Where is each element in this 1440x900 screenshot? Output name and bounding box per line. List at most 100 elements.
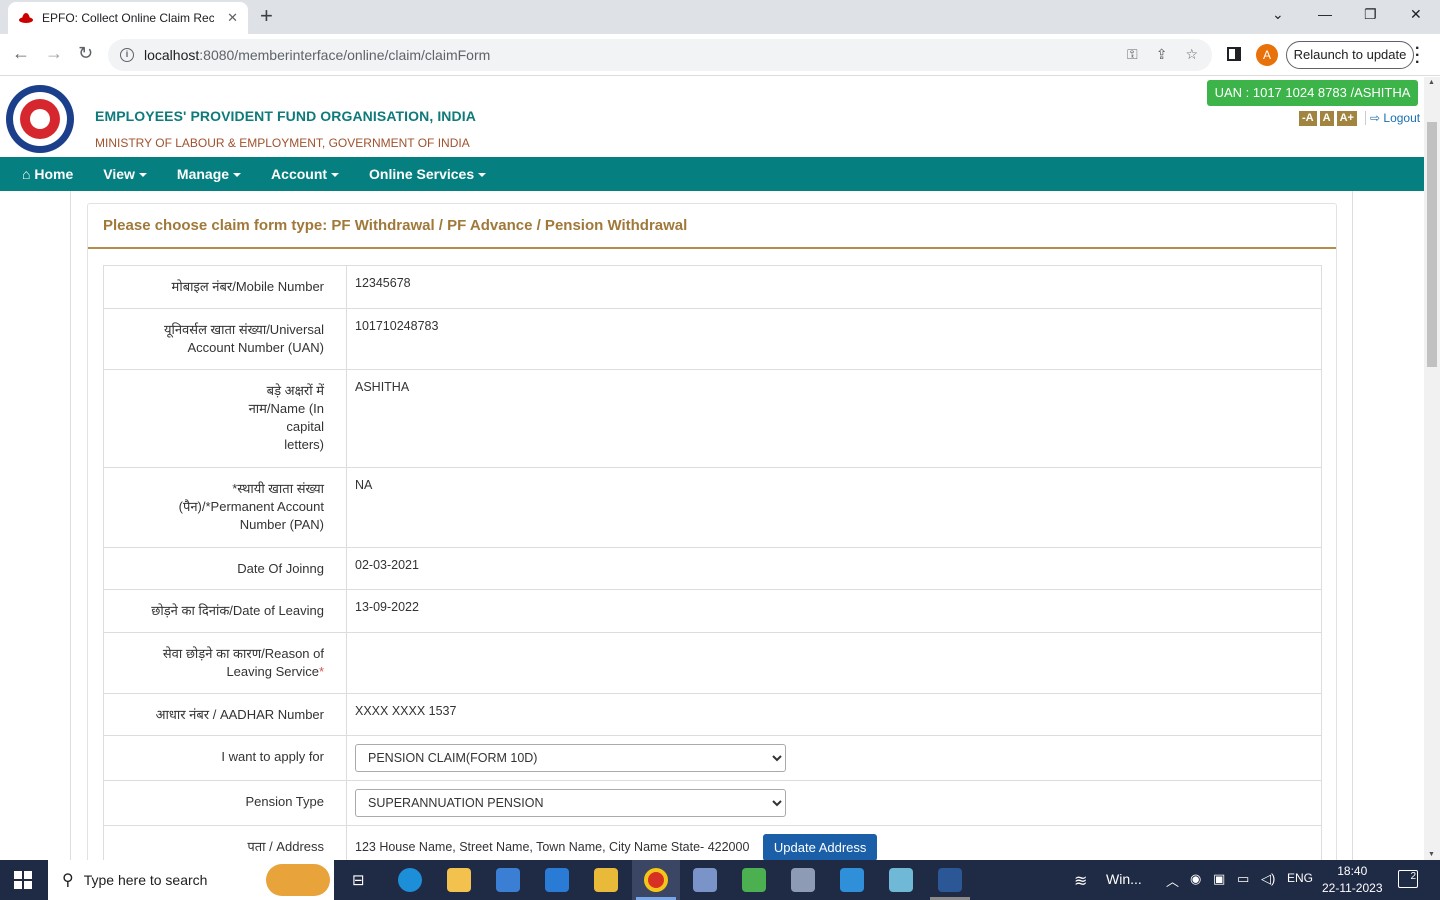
media-app-icon[interactable] xyxy=(742,868,766,892)
redhat-favicon-icon xyxy=(19,13,33,23)
tab-close-icon[interactable]: ✕ xyxy=(227,10,238,26)
notepad-icon[interactable] xyxy=(889,868,913,892)
nav-account[interactable]: Account xyxy=(271,166,340,182)
screen-icon[interactable]: ▣ xyxy=(1213,871,1225,887)
claim-form-table: मोबाइल नंबर/Mobile Number 12345678 यूनिव… xyxy=(103,265,1322,860)
tab-search-chevron-icon[interactable]: ⌄ xyxy=(1272,6,1284,23)
word-icon[interactable] xyxy=(938,868,962,892)
org-name: EMPLOYEES' PROVIDENT FUND ORGANISATION, … xyxy=(95,108,476,124)
scroll-up-icon[interactable]: ▲ xyxy=(1428,79,1435,86)
dol-value: 13-09-2022 xyxy=(346,589,1322,633)
update-address-button[interactable]: Update Address xyxy=(762,834,878,860)
table-row: I want to apply for PENSION CLAIM(FORM 1… xyxy=(103,735,1322,781)
minimize-icon[interactable]: — xyxy=(1318,6,1332,22)
profile-avatar[interactable]: A xyxy=(1256,44,1278,66)
table-row: बड़े अक्षरों में नाम/Name (In capital lette… xyxy=(103,369,1322,468)
nav-home[interactable]: ⌂ Home xyxy=(22,166,73,182)
dol-label: छोड़ने का दिनांक/Date of Leaving xyxy=(103,589,347,633)
new-tab-button[interactable]: + xyxy=(260,4,273,28)
caret-down-icon xyxy=(478,173,487,178)
relaunch-button[interactable]: Relaunch to update xyxy=(1286,41,1414,69)
font-increase-button[interactable]: A+ xyxy=(1336,111,1357,126)
reason-value[interactable] xyxy=(346,632,1322,694)
taskbar-search[interactable]: ⚲ Type here to search xyxy=(48,860,334,900)
uan-label-line: Account Number (UAN) xyxy=(187,340,324,355)
back-icon[interactable]: ← xyxy=(12,43,30,64)
tray-chevron-icon[interactable]: ︿ xyxy=(1166,871,1179,890)
share-icon[interactable]: ⇪ xyxy=(1156,46,1168,63)
apply-for-cell: PENSION CLAIM(FORM 10D) xyxy=(346,735,1322,781)
home-icon: ⌂ xyxy=(22,166,31,182)
side-panel-icon[interactable] xyxy=(1227,47,1241,61)
address-cell: 123 House Name, Street Name, Town Name, … xyxy=(346,825,1322,860)
apply-for-select[interactable]: PENSION CLAIM(FORM 10D) xyxy=(355,744,786,772)
pan-label-line: (पैन)/*Permanent Account xyxy=(178,499,324,514)
nav-manage[interactable]: Manage xyxy=(176,166,242,182)
meet-icon[interactable]: ◉ xyxy=(1190,871,1201,887)
uan-value: 101710248783 xyxy=(346,308,1322,370)
page-content: EMPLOYEES' PROVIDENT FUND ORGANISATION, … xyxy=(0,77,1424,860)
reload-icon[interactable]: ↻ xyxy=(78,43,93,64)
edge-icon[interactable] xyxy=(398,868,422,892)
reason-label-line: सेवा छोड़ने का कारण/Reason of xyxy=(162,646,324,661)
forward-icon[interactable]: → xyxy=(45,43,63,64)
browser-tab[interactable]: EPFO: Collect Online Claim Rece ✕ xyxy=(8,2,248,34)
windows-taskbar: ⚲ Type here to search ⊟ ≋ Win... ︿ ◉ ▣ ▭… xyxy=(0,860,1440,900)
scroll-down-icon[interactable]: ▼ xyxy=(1428,851,1435,858)
pan-label-line: Number (PAN) xyxy=(239,517,324,532)
name-label-line: नाम/Name (In xyxy=(248,401,324,416)
logout-link[interactable]: ⇨ Logout xyxy=(1365,111,1420,125)
scrollbar-thumb[interactable] xyxy=(1427,122,1437,367)
panel-heading: Please choose claim form type: PF Withdr… xyxy=(88,204,1336,249)
table-row: छोड़ने का दिनांक/Date of Leaving 13-09-2… xyxy=(103,589,1322,633)
apply-for-label: I want to apply for xyxy=(103,735,347,781)
address-value: 123 House Name, Street Name, Town Name, … xyxy=(355,839,750,854)
pan-label-line: *स्थायी खाता संख्या xyxy=(232,481,324,496)
network-icon[interactable]: ▭ xyxy=(1237,871,1249,887)
nav-view[interactable]: View xyxy=(103,166,147,182)
table-row: Pension Type SUPERANNUATION PENSION xyxy=(103,780,1322,826)
pan-label: *स्थायी खाता संख्या (पैन)/*Permanent Acco… xyxy=(103,467,347,548)
tortoise-icon[interactable] xyxy=(791,868,815,892)
table-row: *स्थायी खाता संख्या (पैन)/*Permanent Acco… xyxy=(103,467,1322,548)
nav-manage-label: Manage xyxy=(176,166,230,182)
address-bar[interactable]: i localhost:8080/memberinterface/online/… xyxy=(108,39,1212,71)
claim-form-panel: Please choose claim form type: PF Withdr… xyxy=(87,203,1337,860)
table-row: यूनिवर्सल खाता संख्या/Universal Account N… xyxy=(103,308,1322,370)
store-icon[interactable] xyxy=(496,868,520,892)
task-view-icon[interactable]: ⊟ xyxy=(352,871,365,889)
caret-down-icon xyxy=(331,173,340,178)
font-normal-button[interactable]: A xyxy=(1319,111,1334,126)
page-scrollbar[interactable]: ▲ ▼ xyxy=(1424,77,1440,860)
windows-start-icon[interactable] xyxy=(14,871,32,889)
table-row: मोबाइल नंबर/Mobile Number 12345678 xyxy=(103,265,1322,309)
chrome-icon[interactable] xyxy=(644,868,668,892)
caret-down-icon xyxy=(138,173,147,178)
site-info-icon[interactable]: i xyxy=(120,48,134,62)
weather-label[interactable]: Win... xyxy=(1106,871,1142,887)
clock[interactable]: 18:40 22-11-2023 xyxy=(1322,863,1383,897)
pan-value: NA xyxy=(346,467,1322,548)
nav-online-services[interactable]: Online Services xyxy=(369,166,487,182)
url-host: localhost xyxy=(144,47,200,63)
clock-date: 22-11-2023 xyxy=(1322,881,1383,895)
pension-type-select[interactable]: SUPERANNUATION PENSION xyxy=(355,789,786,817)
bookmark-star-icon[interactable]: ☆ xyxy=(1185,46,1198,63)
url-text[interactable]: localhost:8080/memberinterface/online/cl… xyxy=(144,47,490,63)
font-decrease-button[interactable]: -A xyxy=(1299,111,1317,126)
virtualbox-icon[interactable] xyxy=(693,868,717,892)
close-window-icon[interactable]: ✕ xyxy=(1410,6,1422,23)
browser-menu-icon[interactable]: · · · xyxy=(1415,41,1420,71)
maximize-icon[interactable]: ❐ xyxy=(1364,6,1377,23)
notification-icon[interactable]: 2 xyxy=(1398,870,1418,888)
mail-icon[interactable] xyxy=(545,868,569,892)
uan-label: यूनिवर्सल खाता संख्या/Universal Account N… xyxy=(103,308,347,370)
vscode-icon[interactable] xyxy=(840,868,864,892)
pension-type-label: Pension Type xyxy=(103,780,347,826)
key-icon[interactable]: ⚿ xyxy=(1127,46,1138,63)
file-explorer-icon[interactable] xyxy=(447,868,471,892)
volume-icon[interactable]: ◁) xyxy=(1261,871,1275,887)
folder-app-icon[interactable] xyxy=(594,868,618,892)
weather-icon[interactable]: ≋ xyxy=(1074,871,1087,891)
language-indicator[interactable]: ENG xyxy=(1287,871,1313,885)
